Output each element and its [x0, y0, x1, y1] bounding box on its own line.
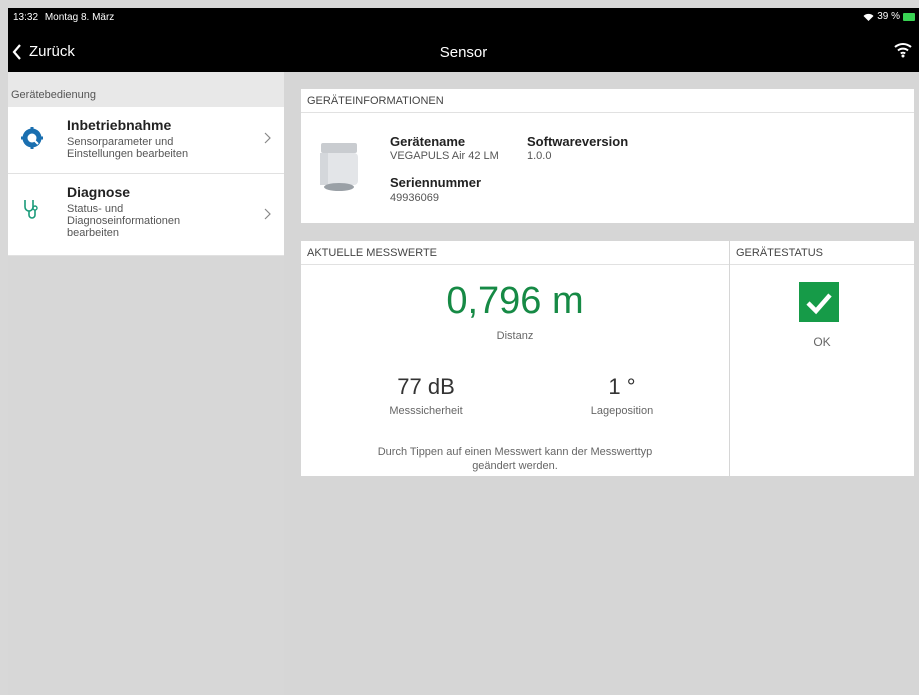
stethoscope-icon: [24, 200, 38, 219]
sidebar-menu: Inbetriebnahme Sensorparameter und Einst…: [8, 107, 284, 256]
check-icon: [806, 293, 832, 315]
sidebar-item-desc: Status- und Diagnoseinformationen bearbe…: [67, 203, 181, 239]
battery-icon: [903, 12, 915, 21]
gear-wrench-icon: [21, 127, 43, 149]
status-right: 39 %: [863, 11, 915, 22]
measurements-card: AKTUELLE MESSWERTE: [301, 241, 729, 476]
device-name-label: Gerätename: [390, 134, 466, 149]
tilt-position-label: Lageposition: [590, 405, 654, 417]
distance-value[interactable]: 0,796 m: [301, 280, 729, 323]
sidebar-item-title: Diagnose: [67, 184, 131, 200]
top-bar: 13:32 Montag 8. März 39 % Zurück Sensor: [8, 8, 919, 72]
distance-label: Distanz: [496, 330, 534, 342]
device-name-value: VEGAPULS Air 42 LM: [390, 150, 499, 162]
hint-line-2: geändert werden.: [472, 460, 558, 472]
serial-number-value: 49936069: [390, 192, 439, 204]
sensor-image: [320, 143, 358, 191]
signal-quality-value[interactable]: 77 dB: [361, 374, 491, 400]
status-time: 13:32: [13, 12, 39, 23]
status-label: OK: [813, 335, 831, 349]
sidebar-item-inbetriebnahme[interactable]: Inbetriebnahme Sensorparameter und Einst…: [8, 107, 284, 174]
device-status-header: GERÄTESTATUS: [730, 241, 914, 265]
device-info-header: GERÄTEINFORMATIONEN: [301, 89, 914, 113]
sidebar: Gerätebedienung Inbetriebnahme Sensorpar…: [8, 72, 284, 695]
device-info-card: GERÄTEINFORMATIONEN Gerätename VEGAPULS …: [301, 89, 914, 223]
measurement-hint: Durch Tippen auf einen Messwert kann der…: [301, 445, 729, 473]
sidebar-header: Gerätebedienung: [8, 72, 284, 107]
wifi-icon[interactable]: [893, 41, 913, 58]
sidebar-item-title: Inbetriebnahme: [67, 117, 172, 133]
sidebar-item-diagnose[interactable]: Diagnose Status- und Diagnoseinformation…: [8, 174, 284, 256]
status-bar: 13:32 Montag 8. März: [13, 12, 118, 23]
status-date: Montag 8. März: [44, 12, 115, 23]
app-frame: 13:32 Montag 8. März 39 % Zurück Sensor …: [8, 8, 919, 695]
signal-quality-label: Messsicherheit: [389, 405, 463, 417]
chevron-right-icon: [264, 132, 271, 144]
battery-percent: 39 %: [877, 11, 900, 22]
wifi-status-icon: [863, 13, 874, 21]
device-status-card: GERÄTESTATUS: [730, 241, 914, 476]
software-version-value: 1.0.0: [527, 150, 552, 162]
tilt-position-value[interactable]: 1 °: [562, 374, 682, 400]
software-version-label: Softwareversion: [527, 134, 629, 149]
status-ok-checkbox: [799, 282, 839, 322]
page-title: Sensor: [439, 44, 488, 61]
measurements-header: AKTUELLE MESSWERTE: [301, 241, 729, 265]
serial-number-label: Seriennummer: [390, 175, 482, 190]
hint-line-1: Durch Tippen auf einen Messwert kann der…: [377, 446, 653, 458]
sidebar-item-desc: Sensorparameter und Einstellungen bearbe…: [67, 136, 189, 160]
chevron-right-icon: [264, 208, 271, 220]
